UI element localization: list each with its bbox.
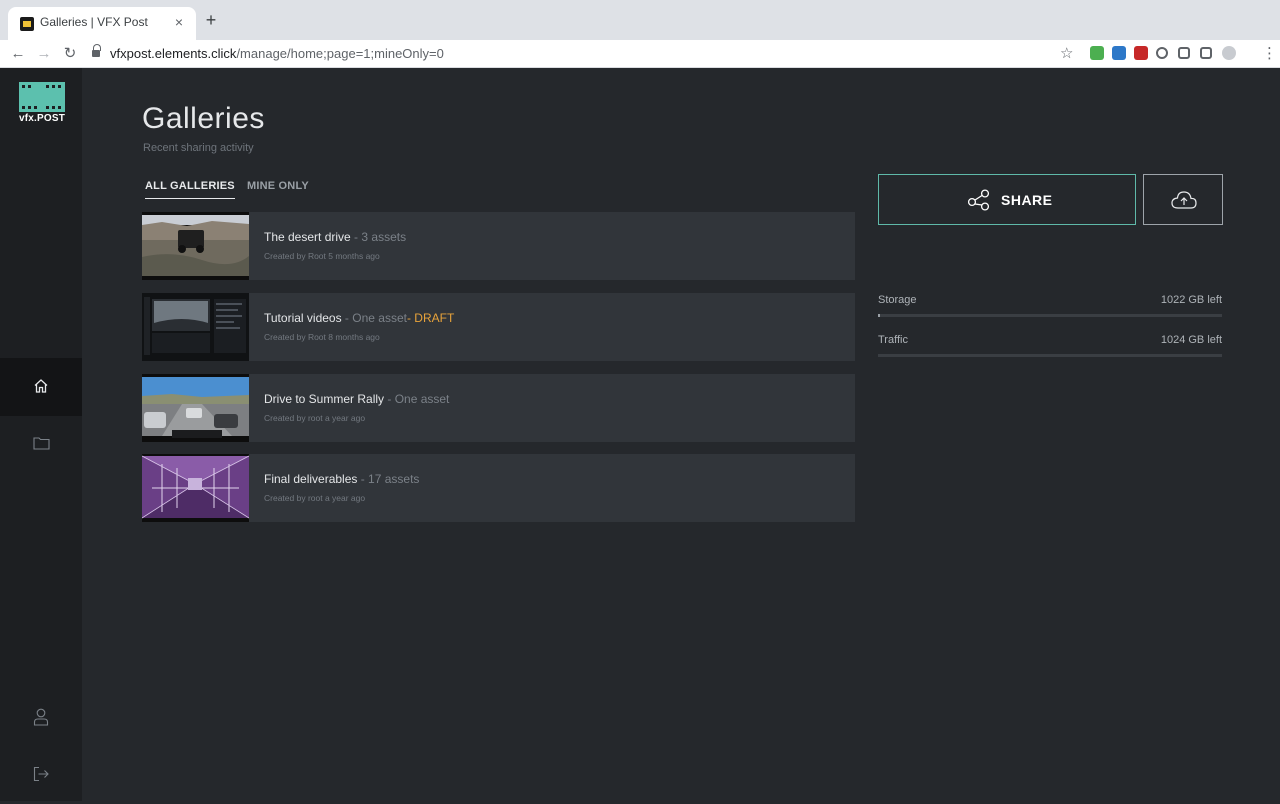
url-path: /manage/home;page=1;mineOnly=0: [236, 46, 444, 61]
logout-icon: [33, 766, 49, 782]
gallery-name: Tutorial videos: [264, 311, 342, 325]
browser-tabstrip: Galleries | VFX Post × +: [0, 0, 1280, 40]
vfx-favicon-icon: [20, 17, 34, 31]
storage-progress-bar: [878, 314, 1222, 317]
gallery-thumbnail: [142, 212, 249, 280]
traffic-label: Traffic: [878, 334, 908, 346]
cloud-upload-icon: [1171, 191, 1197, 209]
browser-toolbar: ← → ↻ vfxpost.elements.click/manage/home…: [0, 40, 1280, 68]
reload-icon[interactable]: ↻: [60, 44, 80, 64]
gallery-thumbnail: [142, 374, 249, 442]
profile-avatar-icon[interactable]: [1222, 46, 1236, 60]
gallery-title: Tutorial videos - One asset- DRAFT: [264, 311, 454, 325]
upload-button[interactable]: [1143, 174, 1223, 225]
tab-title: Galleries | VFX Post: [40, 15, 148, 29]
storage-progress-fill: [878, 314, 880, 317]
gallery-asset-count: - One asset: [384, 392, 450, 406]
draft-badge: - DRAFT: [406, 311, 455, 325]
gallery-thumbnail: [142, 293, 249, 361]
gallery-row[interactable]: Final deliverables - 17 assets Created b…: [142, 454, 855, 522]
share-label: SHARE: [1001, 192, 1053, 208]
pen-extension-icon[interactable]: [1134, 46, 1148, 60]
app-root: vfx.POST Galleries Recent sharing activi…: [0, 68, 1280, 801]
gallery-row[interactable]: The desert drive - 3 assets Created by R…: [142, 212, 855, 280]
folder-icon: [33, 437, 50, 450]
sidebar-item-account[interactable]: [0, 688, 82, 746]
gallery-row[interactable]: Tutorial videos - One asset- DRAFT Creat…: [142, 293, 855, 361]
main-content: Galleries Recent sharing activity ALL GA…: [82, 68, 1280, 801]
tab-all-galleries[interactable]: ALL GALLERIES: [145, 180, 235, 199]
gallery-created: Created by Root 8 months ago: [264, 332, 380, 342]
traffic-progress-bar: [878, 354, 1222, 357]
gallery-asset-count: - One asset: [341, 311, 407, 325]
gallery-created: Created by root a year ago: [264, 413, 366, 423]
desert-drive-thumbnail-icon: [142, 212, 249, 280]
logo-text: vfx.POST: [19, 113, 66, 124]
circle-extension-icon[interactable]: [1156, 47, 1168, 59]
bookmark-star-icon[interactable]: ☆: [1060, 44, 1073, 62]
tab-close-icon[interactable]: ×: [170, 13, 188, 31]
url-host: vfxpost.elements.click: [110, 46, 237, 61]
page-title: Galleries: [142, 102, 265, 135]
browser-menu-icon[interactable]: ⋮: [1262, 44, 1277, 62]
sidebar: vfx.POST: [0, 68, 82, 801]
sidebar-item-folders[interactable]: [0, 416, 82, 474]
gallery-name: Final deliverables: [264, 472, 358, 486]
pill-extension-icon[interactable]: [1178, 47, 1190, 59]
gallery-created: Created by root a year ago: [264, 493, 366, 503]
vfx-post-logo[interactable]: vfx.POST: [19, 82, 65, 126]
share-button-content: SHARE: [967, 189, 1052, 211]
address-bar[interactable]: vfxpost.elements.click/manage/home;page=…: [88, 42, 1108, 66]
traffic-value: 1024 GB left: [1160, 334, 1222, 346]
tab-mine-only[interactable]: MINE ONLY: [247, 180, 309, 192]
gallery-asset-count: - 3 assets: [350, 230, 407, 244]
dashlane-extension-icon[interactable]: [1112, 46, 1126, 60]
sidebar-item-home[interactable]: [0, 358, 82, 416]
puzzle-extension-icon[interactable]: [1200, 47, 1212, 59]
film-strip-icon: [19, 82, 65, 112]
gallery-name: Drive to Summer Rally: [264, 392, 385, 406]
tutorial-videos-thumbnail-icon: [142, 293, 249, 361]
new-tab-icon[interactable]: +: [202, 11, 220, 30]
sidebar-item-logout[interactable]: [0, 746, 82, 804]
url-text: vfxpost.elements.click/manage/home;page=…: [110, 46, 444, 61]
final-deliverables-thumbnail-icon: [142, 454, 249, 522]
gallery-name: The desert drive: [264, 230, 351, 244]
gallery-title: Final deliverables - 17 assets: [264, 472, 419, 486]
share-button[interactable]: SHARE: [878, 174, 1136, 225]
back-icon[interactable]: ←: [8, 44, 28, 64]
home-icon: [34, 379, 48, 393]
gallery-thumbnail: [142, 454, 249, 522]
page-subtitle: Recent sharing activity: [143, 142, 254, 154]
lock-icon: [92, 44, 101, 57]
gallery-title: Drive to Summer Rally - One asset: [264, 392, 449, 406]
share-icon: [967, 189, 990, 211]
gallery-row[interactable]: Drive to Summer Rally - One asset Create…: [142, 374, 855, 442]
user-icon: [33, 708, 49, 726]
forward-icon[interactable]: →: [34, 44, 54, 64]
browser-tab[interactable]: Galleries | VFX Post ×: [8, 7, 196, 40]
summer-rally-thumbnail-icon: [142, 374, 249, 442]
storage-label: Storage: [878, 294, 917, 306]
storage-value: 1022 GB left: [1160, 294, 1222, 306]
gallery-asset-count: - 17 assets: [357, 472, 420, 486]
gallery-created: Created by Root 5 months ago: [264, 251, 380, 261]
gallery-title: The desert drive - 3 assets: [264, 230, 406, 244]
shield-extension-icon[interactable]: [1090, 46, 1104, 60]
